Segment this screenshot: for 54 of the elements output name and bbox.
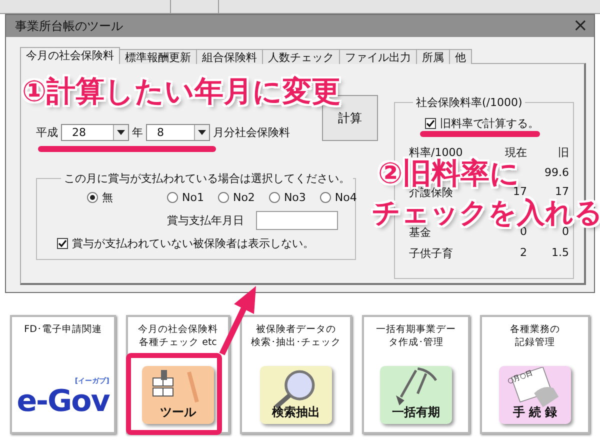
- window-title: 事業所台帳のツール: [15, 18, 123, 34]
- rate-name: 子供子育: [409, 247, 453, 260]
- tab[interactable]: 標準報酬更新: [119, 49, 197, 64]
- month-dropdown[interactable]: 8: [146, 124, 210, 141]
- radio-option[interactable]: No3: [268, 190, 306, 205]
- old-rate-checkbox[interactable]: 旧料率で計算する。: [409, 116, 573, 131]
- tile-icon-button[interactable]: 一括有期: [380, 366, 452, 424]
- tile-icon-button[interactable]: 検索抽出: [260, 366, 332, 424]
- group-legend: この月に賞与が支払われている場合は選択してください。: [61, 171, 353, 186]
- tab[interactable]: 今月の社会保険料: [20, 47, 120, 64]
- era-label: 平成: [36, 125, 58, 140]
- current-rate: 0: [520, 225, 527, 238]
- icon-label: ツール: [160, 404, 196, 421]
- old-rate: 17: [555, 185, 569, 198]
- radio-option[interactable]: 無: [87, 190, 113, 205]
- icon-label: 手 続 録: [512, 404, 558, 421]
- old-rate: 99.6: [544, 166, 569, 179]
- column-header: 現在: [504, 145, 527, 160]
- current-rate: 2: [520, 246, 527, 259]
- old-rate: 0: [562, 225, 569, 238]
- year-unit-label: 年: [132, 125, 143, 140]
- radio-option[interactable]: No4: [320, 190, 357, 205]
- radio-option[interactable]: No1: [167, 190, 204, 205]
- group-legend: 社会保険料率(/1000): [413, 95, 526, 110]
- tile-title: 一括有期事業デー: [376, 323, 456, 336]
- column-header: 料率/1000: [409, 145, 463, 159]
- tab[interactable]: 他: [449, 49, 472, 64]
- tile-title: 被保険者データの: [256, 323, 336, 336]
- tile-title: 各種チェック etc: [139, 336, 217, 349]
- tile-title: タ作成･管理: [388, 336, 444, 349]
- tile-title: FD･電子申請関連: [24, 323, 102, 336]
- tile-icon-button[interactable]: ツール: [142, 366, 214, 424]
- year-dropdown[interactable]: 28: [61, 124, 129, 141]
- tab[interactable]: 組合保険料: [196, 49, 263, 64]
- close-button[interactable]: ×: [572, 17, 588, 35]
- menu-tile[interactable]: 一括有期事業デー タ作成･管理 一括有期: [362, 315, 470, 434]
- payment-date-label: 賞与支払年月日: [167, 213, 244, 228]
- column-header: 旧: [557, 145, 569, 160]
- hide-unpaid-checkbox[interactable]: 賞与が支払われていない被保険者は表示しない。: [57, 236, 355, 251]
- icon-label: 一括有期: [392, 404, 440, 421]
- tile-title: 今月の社会保険料: [138, 323, 218, 336]
- current-rate: 17: [513, 185, 527, 198]
- old-rate: 1.5: [552, 246, 569, 259]
- tab[interactable]: ファイル出力: [339, 49, 417, 64]
- tab[interactable]: 人数チェック: [262, 49, 340, 64]
- icon-label: 検索抽出: [272, 404, 320, 421]
- tile-title: 検索･抽出･チェック: [251, 336, 341, 349]
- tab[interactable]: 所属: [416, 49, 450, 64]
- menu-tile[interactable]: 被保険者データの 検索･抽出･チェック 検索抽出: [240, 315, 352, 434]
- tile-title: 記録管理: [515, 336, 555, 349]
- tile-title: 各種業務の: [510, 323, 560, 336]
- radio-option[interactable]: No2: [218, 190, 255, 205]
- rate-name: 基金: [409, 226, 431, 239]
- month-suffix-label: 月分社会保険料: [213, 125, 290, 140]
